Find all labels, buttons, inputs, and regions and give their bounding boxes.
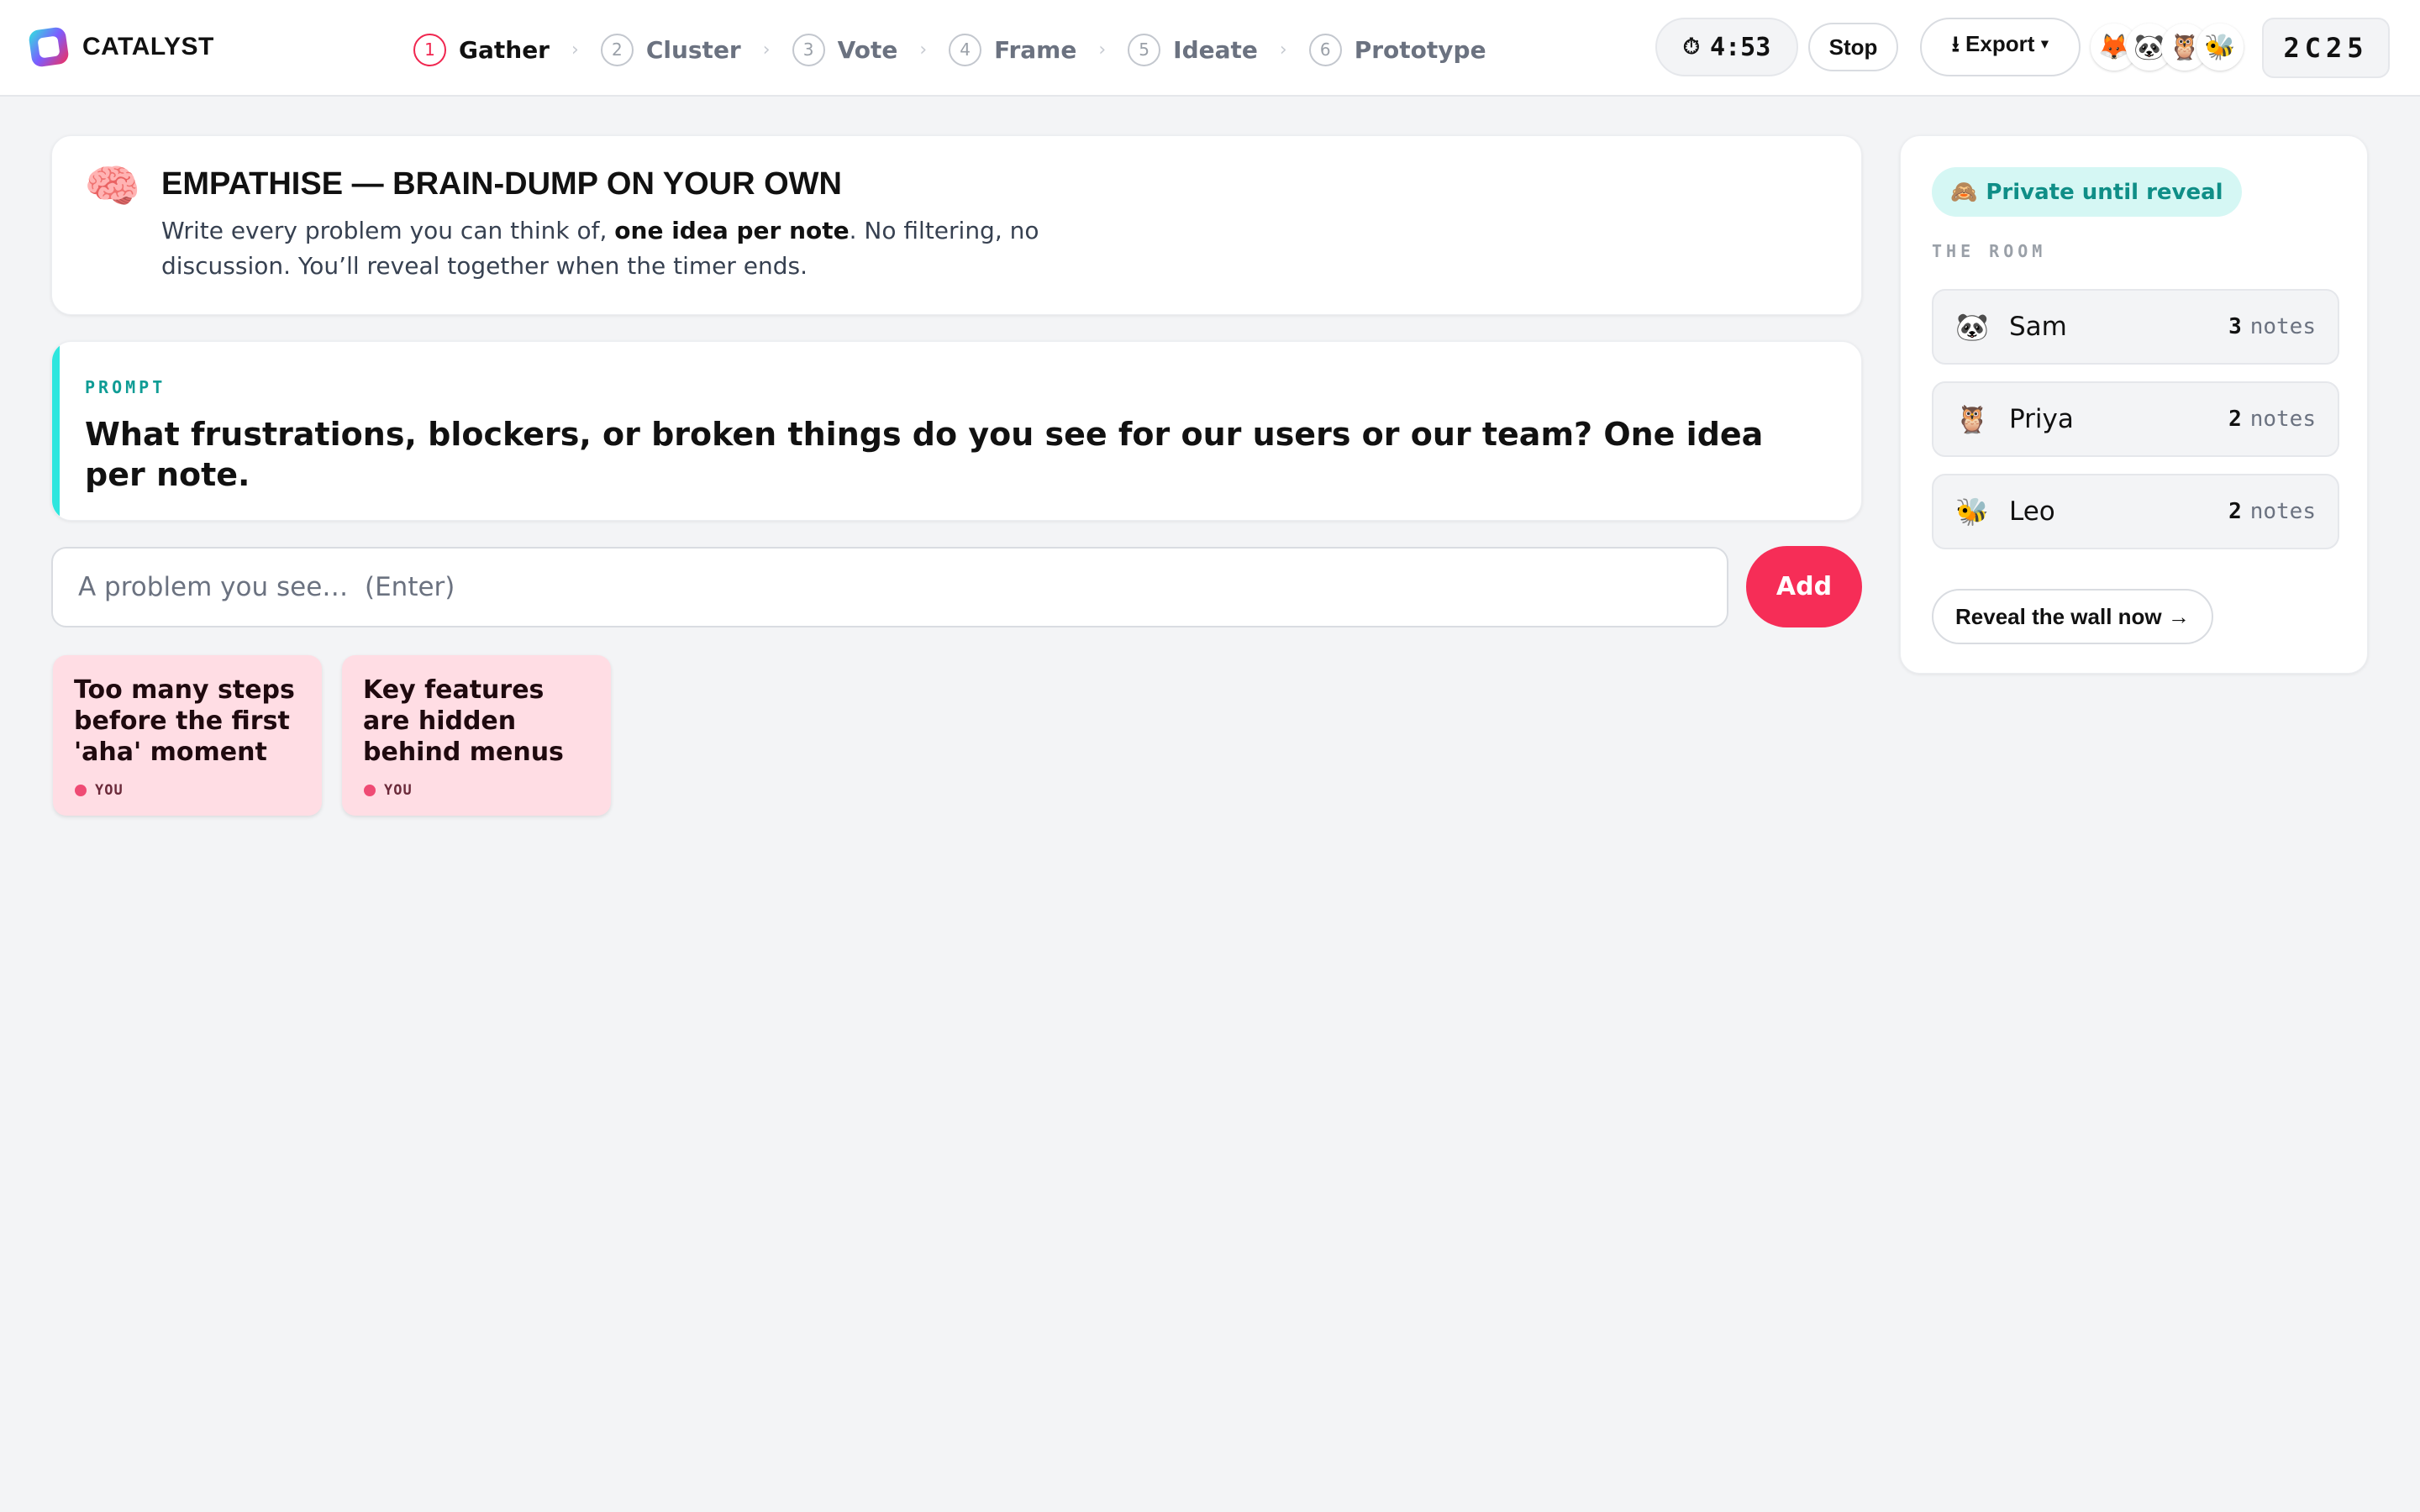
brain-icon: 🧠 <box>84 160 141 213</box>
note-count-unit: notes <box>2249 499 2316 524</box>
stopwatch-icon: ⏱ <box>1682 34 1701 60</box>
step-ideate[interactable]: 5 Ideate <box>1128 29 1258 71</box>
note-count-unit: notes <box>2249 314 2316 339</box>
note-author-label: YOU <box>95 782 124 799</box>
member-name: Leo <box>2009 496 2055 527</box>
member-note-count: 2 notes <box>2228 499 2316 524</box>
chevron-right-icon: › <box>571 39 579 60</box>
see-no-evil-icon: 🙈 <box>1950 179 1978 205</box>
chevron-right-icon: › <box>919 39 928 60</box>
step-label: Gather <box>459 35 550 64</box>
export-button[interactable]: ⭳ Export ▾ <box>1920 18 2081 76</box>
step-label: Ideate <box>1173 35 1258 64</box>
note-count-value: 2 <box>2228 407 2242 432</box>
idea-input[interactable] <box>51 547 1728 627</box>
panda-icon: 🐼 <box>1955 311 1989 343</box>
note-author-label: YOU <box>384 782 413 799</box>
note-count-value: 3 <box>2228 314 2242 339</box>
note-author: YOU <box>75 782 124 799</box>
reveal-wall-button[interactable]: Reveal the wall now → <box>1932 589 2213 644</box>
step-prototype[interactable]: 6 Prototype <box>1308 29 1486 71</box>
stop-button[interactable]: Stop <box>1808 23 1898 71</box>
note-count-unit: notes <box>2249 407 2316 432</box>
step-label: Frame <box>994 35 1077 64</box>
member-note-count: 3 notes <box>2228 314 2316 339</box>
step-number: 6 <box>1308 33 1342 66</box>
member-row-sam: 🐼 Sam 3 notes <box>1932 289 2339 365</box>
room-heading: THE ROOM <box>1932 241 2047 261</box>
step-number: 4 <box>949 33 982 66</box>
note-text: Too many steps before the first 'aha' mo… <box>74 675 295 767</box>
step-label: Prototype <box>1354 35 1486 64</box>
prompt-label: PROMPT <box>85 377 166 397</box>
phase-desc-bold: one idea per note <box>614 217 850 244</box>
note-text: Key features are hidden behind menus <box>363 675 564 767</box>
phase-description: Write every problem you can think of, on… <box>161 213 1144 284</box>
member-row-priya: 🦉 Priya 2 notes <box>1932 381 2339 457</box>
step-label: Vote <box>837 35 898 64</box>
step-number: 3 <box>792 33 825 66</box>
member-row-leo: 🐝 Leo 2 notes <box>1932 474 2339 549</box>
chevron-right-icon: › <box>1098 39 1107 60</box>
note-author: YOU <box>364 782 413 799</box>
chevron-right-icon: › <box>762 39 771 60</box>
avatar: 🐝 <box>2196 24 2244 71</box>
phase-desc-before: Write every problem you can think of, <box>161 217 615 244</box>
private-badge: 🙈 Private until reveal <box>1932 167 2242 217</box>
brand[interactable]: CATALYST <box>29 26 214 68</box>
owl-icon: 🦉 <box>1955 403 1989 435</box>
notes-wall: Too many steps before the first 'aha' mo… <box>53 655 611 816</box>
step-cluster[interactable]: 2 Cluster <box>600 29 741 71</box>
member-name: Sam <box>2009 312 2067 342</box>
step-number: 1 <box>413 33 446 66</box>
phase-title: EMPATHISE — BRAIN-DUMP ON YOUR OWN <box>161 166 842 202</box>
participant-avatars: 🦊 🐼 🦉 🐝 <box>2091 24 2244 71</box>
add-button[interactable]: Add <box>1746 546 1862 627</box>
top-bar: CATALYST 1 Gather › 2 Cluster › 3 Vote ›… <box>0 0 2420 97</box>
timer-value: 4:53 <box>1710 32 1771 62</box>
author-dot-icon <box>75 785 87 796</box>
prompt-card: PROMPT What frustrations, blockers, or b… <box>51 341 1862 521</box>
note-count-value: 2 <box>2228 499 2242 524</box>
author-dot-icon <box>364 785 376 796</box>
catalyst-logo-icon <box>29 27 69 67</box>
bee-icon: 🐝 <box>1955 496 1989 528</box>
room-panel: 🙈 Private until reveal THE ROOM 🐼 Sam 3n… <box>1900 135 2368 674</box>
step-vote[interactable]: 3 Vote <box>792 29 898 71</box>
sticky-note[interactable]: Key features are hidden behind menus YOU <box>342 655 611 816</box>
phase-steps: 1 Gather › 2 Cluster › 3 Vote › 4 Frame … <box>413 29 1486 71</box>
prompt-text: What frustrations, blockers, or broken t… <box>85 416 1764 493</box>
chevron-right-icon: › <box>1279 39 1287 60</box>
member-name: Priya <box>2009 404 2074 434</box>
step-label: Cluster <box>645 35 741 64</box>
private-label: Private until reveal <box>1986 179 2223 205</box>
member-note-count: 2 notes <box>2228 407 2316 432</box>
phase-card: 🧠 EMPATHISE — BRAIN-DUMP ON YOUR OWN Wri… <box>51 135 1862 315</box>
room-code[interactable]: 2C25 <box>2262 18 2390 78</box>
step-frame[interactable]: 4 Frame <box>949 29 1076 71</box>
step-number: 5 <box>1128 33 1161 66</box>
app-name: CATALYST <box>82 33 214 60</box>
sticky-note[interactable]: Too many steps before the first 'aha' mo… <box>53 655 322 816</box>
step-gather[interactable]: 1 Gather <box>413 29 550 71</box>
step-number: 2 <box>600 33 634 66</box>
countdown-timer: ⏱ 4:53 <box>1655 18 1798 76</box>
